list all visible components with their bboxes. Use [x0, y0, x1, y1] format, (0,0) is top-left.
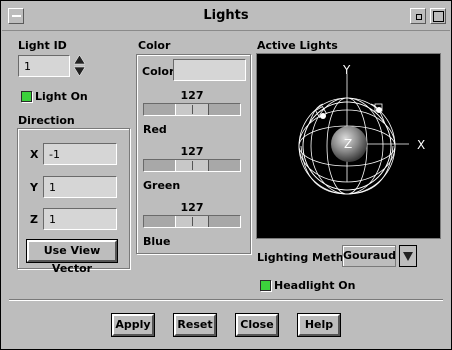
light-id-spinner-icon[interactable] — [73, 54, 86, 78]
title-bar[interactable]: Lights — [2, 2, 450, 31]
red-value: 127 — [180, 89, 204, 102]
direction-x-field[interactable]: -1 — [43, 143, 117, 165]
axis-y-label: Y — [343, 63, 351, 77]
color-field-label: Color — [142, 65, 175, 78]
use-view-vector-button[interactable]: Use View Vector — [26, 239, 118, 275]
light-on-checkbox[interactable] — [21, 91, 32, 102]
active-lights-label: Active Lights — [257, 39, 338, 52]
color-field[interactable] — [173, 59, 246, 81]
blue-slider-thumb[interactable] — [175, 216, 209, 227]
green-value: 127 — [180, 145, 204, 158]
light-id-field[interactable]: 1 — [18, 55, 70, 77]
direction-z-label: Z — [30, 213, 38, 226]
red-slider[interactable] — [143, 103, 241, 116]
active-lights-viewport[interactable]: Y X Z — [256, 53, 441, 239]
maximize-icon[interactable] — [430, 8, 446, 24]
color-section-label: Color — [138, 39, 171, 52]
help-button[interactable]: Help — [297, 313, 341, 337]
headlight-on-checkbox[interactable] — [260, 280, 271, 291]
reset-button[interactable]: Reset — [173, 313, 217, 337]
direction-label: Direction — [18, 114, 75, 127]
light-id-label: Light ID — [18, 39, 67, 52]
direction-z-field[interactable]: 1 — [43, 208, 117, 230]
minimize-icon[interactable] — [410, 8, 426, 24]
red-label: Red — [143, 123, 167, 136]
direction-y-label: Y — [30, 181, 38, 194]
axis-z-label: Z — [344, 137, 353, 151]
window-title: Lights — [203, 8, 249, 23]
green-slider-thumb[interactable] — [175, 160, 209, 171]
blue-slider[interactable] — [143, 215, 241, 228]
separator — [9, 299, 443, 301]
green-slider[interactable] — [143, 159, 241, 172]
blue-label: Blue — [143, 235, 171, 248]
blue-value: 127 — [180, 201, 204, 214]
apply-button[interactable]: Apply — [111, 313, 155, 337]
headlight-on-label: Headlight On — [274, 279, 356, 292]
direction-x-label: X — [30, 148, 39, 161]
close-button[interactable]: Close — [235, 313, 279, 337]
direction-y-field[interactable]: 1 — [43, 176, 117, 198]
green-label: Green — [143, 179, 181, 192]
lights-dialog: Lights Light ID 1 Light On Direction X -… — [0, 0, 452, 350]
lighting-method-dropdown-button[interactable] — [399, 245, 417, 267]
lighting-method-dropdown[interactable]: Gouraud — [342, 245, 396, 267]
red-slider-thumb[interactable] — [175, 104, 209, 115]
light-on-label: Light On — [35, 90, 88, 103]
chevron-down-icon — [403, 252, 413, 261]
axis-x-label: X — [417, 138, 426, 152]
